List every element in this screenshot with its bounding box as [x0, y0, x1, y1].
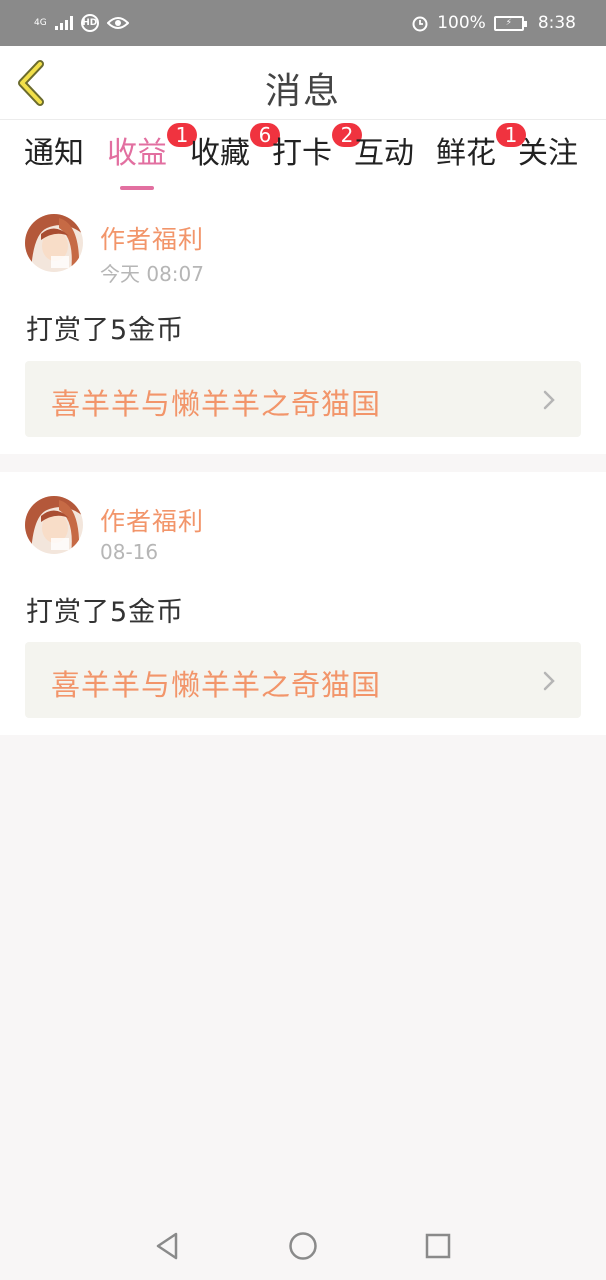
header: 消息	[0, 46, 606, 120]
message-text: 打赏了5金币	[26, 597, 185, 628]
status-left: 4G HD	[34, 14, 129, 32]
eye-icon	[106, 17, 129, 29]
tab-label: 收益	[107, 136, 167, 171]
tab-notifications[interactable]: 通知	[24, 134, 84, 174]
message-time: 今天 08:07	[100, 262, 204, 286]
chevron-right-icon	[543, 390, 555, 410]
battery-percent: 100%	[437, 13, 486, 33]
tab-label: 鲜花	[436, 136, 496, 171]
tab-flowers[interactable]: 鲜花 1	[436, 123, 526, 174]
book-link[interactable]: 喜羊羊与懒羊羊之奇猫国	[25, 361, 581, 437]
avatar-image	[25, 214, 83, 272]
avatar[interactable]	[25, 214, 83, 272]
hd-icon: HD	[80, 14, 99, 32]
message-card: 作者福利 08-16 打赏了5金币 喜羊羊与懒羊羊之奇猫国	[0, 472, 606, 735]
recents-square-icon[interactable]	[422, 1230, 454, 1262]
active-tab-indicator	[120, 186, 154, 190]
tab-label: 收藏	[190, 136, 250, 171]
network-type: 4G	[34, 17, 47, 28]
message-time: 08-16	[100, 540, 159, 564]
signal-icon	[54, 16, 73, 30]
tab-favorites[interactable]: 收藏 6	[190, 123, 280, 174]
alarm-icon	[412, 16, 428, 32]
network-label: 4G	[34, 17, 47, 28]
sender-name: 作者福利	[100, 225, 205, 254]
battery-icon: ⚡	[493, 15, 527, 31]
home-circle-icon[interactable]	[287, 1230, 319, 1262]
message-card: 作者福利 今天 08:07 打赏了5金币 喜羊羊与懒羊羊之奇猫国	[0, 196, 606, 454]
tab-interaction[interactable]: 互动	[354, 134, 414, 174]
tab-label: 关注	[518, 136, 578, 171]
book-title: 喜羊羊与懒羊羊之奇猫国	[51, 668, 382, 702]
avatar-image	[25, 496, 83, 554]
system-nav-bar	[0, 1212, 606, 1280]
page-title: 消息	[264, 71, 341, 112]
sender-name: 作者福利	[100, 507, 205, 536]
avatar[interactable]	[25, 496, 83, 554]
book-link[interactable]: 喜羊羊与懒羊羊之奇猫国	[25, 642, 581, 718]
tab-earnings[interactable]: 收益 1	[107, 123, 197, 190]
chevron-right-icon	[543, 671, 555, 691]
tab-label: 互动	[354, 136, 414, 171]
status-bar: 4G HD 100% ⚡ 8:38	[0, 0, 606, 46]
message-text: 打赏了5金币	[26, 315, 185, 346]
status-time: 8:38	[537, 13, 576, 33]
tab-following[interactable]: 关注	[518, 134, 578, 174]
book-title: 喜羊羊与懒羊羊之奇猫国	[51, 387, 382, 421]
tab-bar: 通知 收益 1 收藏 6 打卡 2 互动 鲜花 1 关注	[0, 120, 606, 196]
tab-checkin[interactable]: 打卡 2	[272, 123, 362, 174]
tab-label: 通知	[24, 136, 84, 171]
back-triangle-icon[interactable]	[152, 1230, 184, 1262]
tab-label: 打卡	[272, 136, 332, 171]
status-right: 100% ⚡ 8:38	[411, 13, 576, 33]
